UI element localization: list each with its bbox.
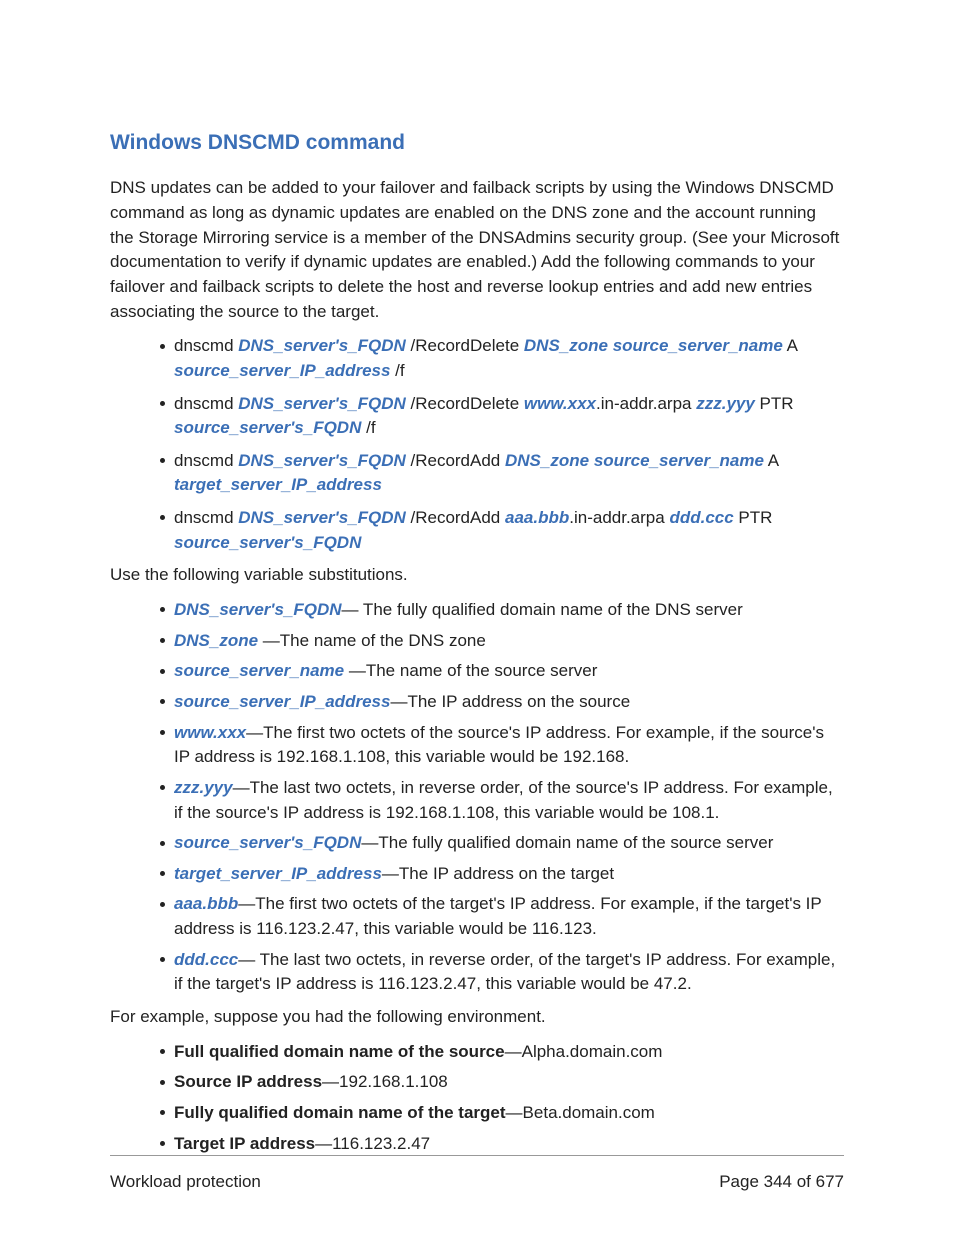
variable: source_server_name — [613, 336, 783, 355]
env-label: Full qualified domain name of the source — [174, 1042, 505, 1061]
commands-list: dnscmd DNS_server's_FQDN /RecordDelete D… — [160, 334, 844, 555]
variable: source_server_IP_address — [174, 692, 390, 711]
substitutions-list: DNS_server's_FQDN— The fully qualified d… — [160, 598, 844, 997]
list-item: ddd.ccc— The last two octets, in reverse… — [160, 948, 844, 997]
list-item: source_server's_FQDN—The fully qualified… — [160, 831, 844, 856]
list-item: zzz.yyy—The last two octets, in reverse … — [160, 776, 844, 825]
footer-section: Workload protection — [110, 1170, 261, 1195]
list-item: DNS_zone —The name of the DNS zone — [160, 629, 844, 654]
command-item: dnscmd DNS_server's_FQDN /RecordAdd DNS_… — [160, 449, 844, 498]
page-heading: Windows DNSCMD command — [110, 128, 844, 158]
variable: DNS_zone — [524, 336, 608, 355]
variable: DNS_server's_FQDN — [238, 336, 406, 355]
variable: DNS_zone — [174, 631, 258, 650]
env-label: Source IP address — [174, 1072, 322, 1091]
list-item: Target IP address—116.123.2.47 — [160, 1132, 844, 1157]
example-intro: For example, suppose you had the followi… — [110, 1005, 844, 1030]
variable: www.xxx — [524, 394, 596, 413]
list-item: aaa.bbb—The first two octets of the targ… — [160, 892, 844, 941]
list-item: target_server_IP_address—The IP address … — [160, 862, 844, 887]
variable: DNS_server's_FQDN — [238, 394, 406, 413]
variable: source_server_IP_address — [174, 361, 390, 380]
substitutions-intro: Use the following variable substitutions… — [110, 563, 844, 588]
variable: target_server_IP_address — [174, 475, 382, 494]
variable: aaa.bbb — [505, 508, 569, 527]
list-item: Fully qualified domain name of the targe… — [160, 1101, 844, 1126]
command-item: dnscmd DNS_server's_FQDN /RecordDelete w… — [160, 392, 844, 441]
environment-list: Full qualified domain name of the source… — [160, 1040, 844, 1157]
variable: DNS_server's_FQDN — [174, 600, 342, 619]
list-item: www.xxx—The first two octets of the sour… — [160, 721, 844, 770]
variable: source_server's_FQDN — [174, 833, 361, 852]
variable: source_server_name — [594, 451, 764, 470]
page-footer: Workload protection Page 344 of 677 — [110, 1155, 844, 1195]
env-label: Fully qualified domain name of the targe… — [174, 1103, 506, 1122]
variable: source_server's_FQDN — [174, 533, 361, 552]
variable: source_server's_FQDN — [174, 418, 361, 437]
variable: source_server_name — [174, 661, 344, 680]
list-item: Source IP address—192.168.1.108 — [160, 1070, 844, 1095]
command-item: dnscmd DNS_server's_FQDN /RecordDelete D… — [160, 334, 844, 383]
env-label: Target IP address — [174, 1134, 315, 1153]
variable: zzz.yyy — [174, 778, 233, 797]
variable: ddd.ccc — [669, 508, 733, 527]
variable: ddd.ccc — [174, 950, 238, 969]
intro-paragraph: DNS updates can be added to your failove… — [110, 176, 844, 324]
footer-page-number: Page 344 of 677 — [719, 1170, 844, 1195]
variable: DNS_server's_FQDN — [238, 451, 406, 470]
variable: aaa.bbb — [174, 894, 238, 913]
variable: DNS_zone — [505, 451, 589, 470]
variable: DNS_server's_FQDN — [238, 508, 406, 527]
list-item: source_server_name —The name of the sour… — [160, 659, 844, 684]
variable: zzz.yyy — [696, 394, 755, 413]
list-item: source_server_IP_address—The IP address … — [160, 690, 844, 715]
list-item: DNS_server's_FQDN— The fully qualified d… — [160, 598, 844, 623]
list-item: Full qualified domain name of the source… — [160, 1040, 844, 1065]
variable: target_server_IP_address — [174, 864, 382, 883]
command-item: dnscmd DNS_server's_FQDN /RecordAdd aaa.… — [160, 506, 844, 555]
variable: www.xxx — [174, 723, 246, 742]
